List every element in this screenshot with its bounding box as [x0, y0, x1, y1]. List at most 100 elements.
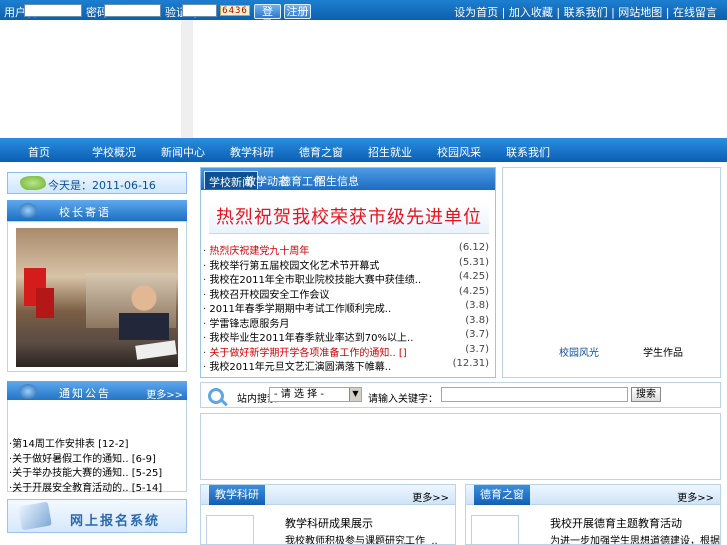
- login-button[interactable]: 登 录: [254, 4, 281, 31]
- register-button[interactable]: 注册: [284, 4, 311, 19]
- news-tag: []: [398, 347, 407, 359]
- notice-title: 通知公告: [59, 387, 111, 400]
- tab-enroll[interactable]: 招生信息: [311, 171, 363, 189]
- news-title[interactable]: 我校召开校园安全工作会议: [209, 290, 329, 301]
- registration-banner[interactable]: 网上报名系统: [7, 499, 187, 533]
- teaching-item-desc-text: 我校教师积极参与课题研究工作: [285, 536, 425, 545]
- headline[interactable]: 热烈祝贺我校荣获市级先进单位: [216, 207, 482, 228]
- link-campus-scenery[interactable]: 校园风光: [559, 344, 599, 359]
- news-box: 学校新闻 教学动态 德育工作 招生信息 热烈祝贺我校荣获市级先进单位 · 热烈庆…: [200, 167, 496, 378]
- news-title[interactable]: 学雷锋志愿服务月: [209, 319, 289, 330]
- top-link-favorite[interactable]: 加入收藏: [509, 6, 553, 19]
- news-date: (6.12): [458, 242, 489, 253]
- news-date: (12.31): [452, 358, 489, 369]
- moral-panel-more[interactable]: 更多>>: [677, 489, 714, 504]
- teaching-thumbnail[interactable]: [206, 515, 254, 544]
- news-date: (3.8): [465, 314, 489, 326]
- news-item[interactable]: · 学雷锋志愿服务月 (3.8): [203, 314, 493, 330]
- chevron-down-icon[interactable]: ▼: [349, 388, 361, 401]
- notice-list: ·第14周工作安排表 [12-2] ·关于做好暑假工作的通知.. [6-9] ·…: [7, 400, 187, 494]
- top-link-home[interactable]: 设为首页: [454, 6, 498, 19]
- news-date: (3.8): [465, 300, 489, 311]
- nav-item-teaching[interactable]: 教学科研: [230, 144, 274, 160]
- teaching-item-title[interactable]: 教学科研成果展示: [285, 515, 373, 531]
- date-bar: 今天是：2011-06-16: [7, 172, 187, 194]
- ad-box: [200, 413, 721, 480]
- news-item[interactable]: · 我校毕业生2011年春季就业率达到70%以上.. (3.7): [203, 329, 493, 344]
- nav-item-contact[interactable]: 联系我们: [506, 144, 550, 160]
- news-title[interactable]: 我校举行第五届校园文化艺术节开幕式: [209, 261, 379, 272]
- search-input[interactable]: [441, 387, 628, 402]
- moral-panel: 德育之窗 更多>> 我校开展德育主题教育活动 为进一步加强学生思想道德建设，根据…: [465, 484, 721, 545]
- notice-item[interactable]: ·第14周工作安排表 [12-2]: [9, 435, 129, 450]
- date-text: 今天是：2011-06-16: [48, 179, 156, 192]
- banner-left: [0, 20, 181, 138]
- moral-panel-tab[interactable]: 德育之窗: [474, 485, 530, 505]
- notice-item[interactable]: ·关于举办技能大赛的通知.. [5-25]: [9, 464, 162, 479]
- principal-photo[interactable]: [16, 228, 178, 367]
- main-nav: 首页 学校概况 新闻中心 教学科研 德育之窗 招生就业 校园风采 联系我们: [0, 138, 727, 162]
- news-title[interactable]: 我校毕业生2011年春季就业率达到70%以上..: [209, 333, 413, 344]
- news-item[interactable]: · 我校召开校园安全工作会议 (4.25): [203, 285, 493, 301]
- news-item[interactable]: · 2011年春季学期期中考试工作顺利完成.. (3.8): [203, 300, 493, 315]
- principal-header: 校长寄语: [7, 200, 187, 221]
- search-icon: [208, 388, 224, 404]
- nav-item-enroll[interactable]: 招生就业: [368, 144, 412, 160]
- search-button[interactable]: 搜索: [631, 387, 661, 402]
- search-category-select[interactable]: - 请 选 择 - ▼: [269, 387, 362, 402]
- notice-header: 通知公告 更多>>: [7, 381, 187, 402]
- news-item[interactable]: · 我校2011年元旦文艺汇演圆满落下帷幕.. (12.31): [203, 358, 493, 373]
- news-title[interactable]: 2011年春季学期期中考试工作顺利完成..: [209, 304, 391, 315]
- news-item[interactable]: · 关于做好新学期开学各项准备工作的通知.. [] (3.7): [203, 343, 493, 359]
- username-input[interactable]: [24, 4, 82, 17]
- top-link-sitemap[interactable]: 网站地图: [618, 6, 662, 19]
- teaching-item-ellipsis: ..: [431, 536, 438, 545]
- pen-icon: [18, 501, 52, 531]
- moral-thumbnail[interactable]: [471, 515, 519, 544]
- news-date: (4.25): [458, 271, 489, 282]
- news-title[interactable]: 热烈庆祝建党九十周年: [209, 246, 309, 257]
- news-item[interactable]: · 我校举行第五届校园文化艺术节开幕式 (5.31): [203, 256, 493, 272]
- keyword-label: 请输入关键字：: [368, 394, 438, 405]
- top-login-bar: 用户名 密码： 验证码 6436 登 录 注册 设为首页 | 加入收藏 | 联系…: [0, 0, 727, 31]
- news-date: (5.31): [458, 256, 489, 268]
- notice-item[interactable]: ·关于开展安全教育活动的.. [5-14]: [9, 479, 162, 494]
- principal-photo-frame: [7, 221, 187, 372]
- notice-more-link[interactable]: 更多>>: [146, 386, 183, 401]
- search-bar: 站内搜索 ： - 请 选 择 - ▼ 请输入关键字： 搜索: [200, 382, 721, 408]
- moral-panel-header: 德育之窗 更多>>: [466, 485, 720, 505]
- banner-flash: [193, 20, 727, 138]
- password-input[interactable]: [104, 4, 161, 17]
- top-link-message[interactable]: 在线留言: [673, 6, 717, 19]
- nav-item-home[interactable]: 首页: [28, 144, 50, 160]
- search-select-value: - 请 选 择 -: [274, 389, 324, 400]
- top-links: 设为首页 | 加入收藏 | 联系我们 | 网站地图 | 在线留言: [454, 6, 717, 19]
- captcha-image[interactable]: 6436: [220, 5, 250, 16]
- top-link-contact[interactable]: 联系我们: [564, 6, 608, 19]
- nav-item-about[interactable]: 学校概况: [92, 144, 136, 160]
- nav-item-news[interactable]: 新闻中心: [161, 144, 205, 160]
- moral-item-title[interactable]: 我校开展德育主题教育活动: [550, 515, 682, 531]
- principal-title: 校长寄语: [59, 206, 111, 219]
- campus-showcase: 校园风光 学生作品: [502, 167, 721, 378]
- nav-item-moral[interactable]: 德育之窗: [299, 144, 343, 160]
- teaching-panel: 教学科研 更多>> 教学科研成果展示 我校教师积极参与课题研究工作 ..: [200, 484, 456, 545]
- banner-divider: [181, 20, 193, 138]
- registration-text: 网上报名系统: [70, 514, 161, 529]
- teaching-panel-tab[interactable]: 教学科研: [209, 485, 265, 505]
- captcha-input[interactable]: [182, 4, 217, 17]
- nav-item-campus[interactable]: 校园风采: [437, 144, 481, 160]
- megaphone-icon: [19, 384, 37, 399]
- leaf-icon: [20, 176, 46, 190]
- teaching-panel-more[interactable]: 更多>>: [412, 489, 449, 504]
- news-title[interactable]: 我校2011年元旦文艺汇演圆满落下帷幕..: [209, 362, 391, 373]
- news-item[interactable]: · 热烈庆祝建党九十周年 (6.12): [203, 242, 493, 257]
- notice-item[interactable]: ·关于做好暑假工作的通知.. [6-9]: [9, 450, 156, 465]
- link-student-works[interactable]: 学生作品: [643, 344, 683, 359]
- news-date: (3.7): [465, 343, 489, 355]
- headline-band: 热烈祝贺我校荣获市级先进单位: [209, 202, 489, 234]
- news-title[interactable]: 关于做好新学期开学各项准备工作的通知..: [209, 348, 395, 359]
- news-item[interactable]: · 我校在2011年全市职业院校技能大赛中获佳绩.. (4.25): [203, 271, 493, 286]
- news-title[interactable]: 我校在2011年全市职业院校技能大赛中获佳绩..: [209, 275, 421, 286]
- news-date: (4.25): [458, 285, 489, 297]
